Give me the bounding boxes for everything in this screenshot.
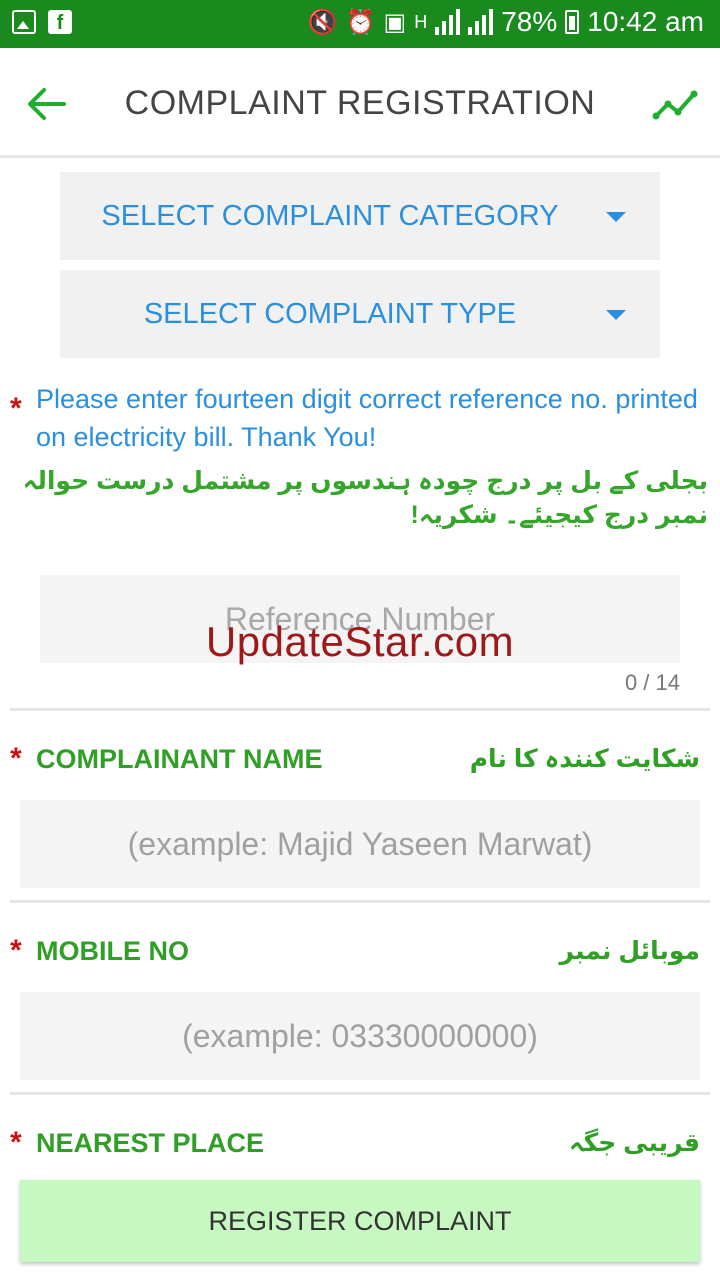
mute-icon: 🔇 bbox=[307, 8, 338, 36]
signal-2-icon bbox=[468, 9, 494, 35]
mobile-no-label-urdu: موبائل نمبر bbox=[559, 937, 700, 965]
complainant-name-label-urdu: شکایت کنندہ کا نام bbox=[469, 745, 700, 773]
caret-down-icon bbox=[606, 212, 626, 222]
network-type-label: H bbox=[414, 11, 428, 32]
page-title: COMPLAINT REGISTRATION bbox=[124, 84, 596, 122]
mobile-no-input[interactable] bbox=[20, 992, 700, 1080]
register-complaint-button[interactable]: REGISTER COMPLAINT bbox=[20, 1180, 700, 1262]
reference-notice-urdu: بجلی کے بل پر درج چودہ ہندسوں پر مشتمل د… bbox=[22, 467, 708, 529]
complaint-type-label: SELECT COMPLAINT TYPE bbox=[143, 298, 517, 330]
divider bbox=[10, 708, 710, 711]
reference-notice-english: Please enter fourteen digit correct refe… bbox=[36, 384, 698, 452]
complainant-name-label: COMPLAINANT NAME bbox=[36, 744, 323, 774]
required-asterisk: * bbox=[10, 1126, 22, 1159]
caret-down-icon bbox=[606, 310, 626, 320]
status-bar: f 🔇 ⏰ ▣ H 78% 10:42 am bbox=[0, 0, 720, 48]
battery-icon bbox=[565, 10, 580, 34]
mobile-no-label: MOBILE NO bbox=[36, 936, 189, 966]
complaint-category-label: SELECT COMPLAINT CATEGORY bbox=[101, 200, 559, 232]
signal-icon bbox=[435, 9, 461, 35]
reference-char-counter: 0 / 14 bbox=[624, 670, 680, 695]
nearest-place-label: NEAREST PLACE bbox=[36, 1128, 265, 1158]
alarm-icon: ⏰ bbox=[345, 8, 376, 36]
status-time: 10:42 am bbox=[587, 6, 704, 37]
watermark: UpdateStar.com bbox=[205, 618, 515, 665]
nearest-place-label-urdu: قریبی جگہ bbox=[569, 1129, 700, 1157]
battery-percent: 78% bbox=[501, 6, 558, 37]
facebook-notification-icon: f bbox=[48, 10, 72, 34]
app-bar: COMPLAINT REGISTRATION bbox=[0, 48, 720, 158]
divider bbox=[10, 900, 710, 903]
complaint-type-dropdown[interactable]: SELECT COMPLAINT TYPE bbox=[60, 270, 660, 358]
gallery-notification-icon bbox=[12, 10, 36, 34]
sim-card-icon: ▣ bbox=[383, 8, 407, 36]
complaint-category-dropdown[interactable]: SELECT COMPLAINT CATEGORY bbox=[60, 172, 660, 260]
required-asterisk: * bbox=[10, 934, 22, 967]
trending-up-icon[interactable] bbox=[652, 84, 700, 124]
complainant-name-input[interactable] bbox=[20, 800, 700, 888]
required-asterisk: * bbox=[10, 742, 22, 775]
required-asterisk: * bbox=[10, 392, 22, 425]
divider bbox=[10, 1092, 710, 1095]
